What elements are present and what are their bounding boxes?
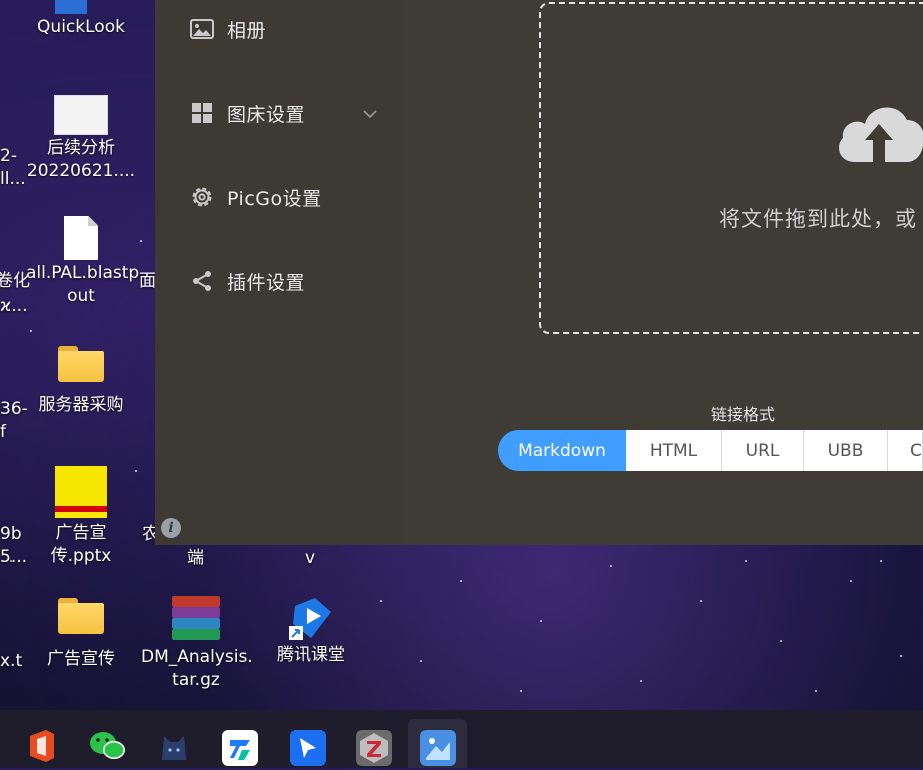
folder-icon — [58, 598, 104, 634]
desktop-icon-label: 服务器采购 — [38, 395, 124, 415]
format-option-url[interactable]: URL — [722, 430, 804, 471]
clipped-label: v — [305, 548, 316, 568]
sidebar-item-label: 插件设置 — [227, 271, 306, 294]
desktop-icon-quicklook[interactable]: QuickLook — [26, 0, 136, 39]
format-option-markdown[interactable]: Markdown — [498, 430, 626, 471]
quicklook-icon — [55, 0, 87, 14]
sidebar-item-gallery[interactable]: 相册 — [189, 14, 266, 44]
desktop-icon-analysis[interactable]: 后续分析 20220621.... — [26, 95, 136, 183]
cloud-upload-icon — [835, 96, 923, 170]
desktop-icon-blastp[interactable]: all.PAL.blastp out — [26, 216, 140, 308]
clipped-label: 2- — [0, 146, 17, 166]
clipped-label: 9b — [0, 524, 22, 544]
grid-icon — [189, 100, 215, 126]
desktop-icon-label: all.PAL.blastp out — [26, 263, 140, 306]
gear-icon — [189, 184, 215, 210]
desktop-icon-label: 广告宣 传.pptx — [50, 523, 112, 566]
desktop-icon-tencent-classroom[interactable]: 腾讯课堂 — [256, 594, 366, 667]
sidebar-item-plugin-settings[interactable]: 插件设置 — [189, 266, 305, 296]
desktop-icon-server-purchase[interactable]: 服务器采购 — [26, 346, 136, 417]
tencent-docs-icon[interactable] — [222, 730, 258, 766]
info-icon[interactable]: i — [161, 518, 181, 538]
folder-icon — [58, 346, 104, 382]
sidebar: 相册 图床设置 PicGo设置 插件设置 i — [155, 0, 405, 545]
chevron-down-icon[interactable] — [363, 104, 377, 119]
zotero-icon[interactable] — [356, 730, 392, 766]
link-format-title: 链接格式 — [711, 405, 776, 424]
clipped-label: 36- — [0, 399, 28, 419]
sidebar-item-label: 图床设置 — [227, 103, 306, 126]
format-option-ubb[interactable]: UBB — [804, 430, 888, 471]
clipped-label: 端 — [187, 548, 204, 568]
sidebar-item-label: 相册 — [227, 19, 267, 42]
format-option-custom[interactable]: C — [888, 430, 923, 471]
clipped-label: 卷化 — [0, 271, 30, 291]
desktop-icon-label: 广告宣传 — [47, 649, 115, 669]
picgo-icon[interactable] — [420, 730, 456, 766]
desktop-icon-ad-folder[interactable]: 广告宣传 — [26, 598, 136, 671]
wechat-icon[interactable] — [88, 728, 125, 764]
share-icon — [189, 268, 215, 294]
sidebar-item-picgo-settings[interactable]: PicGo设置 — [189, 182, 322, 212]
clipped-label: f — [0, 422, 6, 442]
sidebar-item-image-host-settings[interactable]: 图床设置 — [189, 98, 305, 128]
clipped-label: 5... — [0, 547, 28, 567]
cat-icon[interactable] — [158, 730, 194, 766]
desktop-icon-label: 后续分析 20220621.... — [26, 138, 136, 181]
desktop-icon-dm-analysis[interactable]: DM_Analysis. tar.gz — [141, 596, 253, 692]
clipped-label: x.t — [0, 651, 23, 671]
archive-icon — [172, 596, 220, 640]
image-icon — [189, 16, 215, 42]
clipped-label: ϰ... — [0, 296, 28, 316]
format-option-html[interactable]: HTML — [626, 430, 722, 471]
clipped-label: 面 — [139, 271, 156, 291]
sidebar-item-label: PicGo设置 — [227, 187, 322, 210]
desktop-icon-label: 腾讯课堂 — [277, 645, 345, 665]
file-icon — [64, 216, 98, 260]
clipped-label: ll... — [0, 169, 26, 189]
desktop-icon-ad-pptx[interactable]: 广告宣 传.pptx — [26, 466, 136, 568]
office-icon[interactable] — [24, 728, 60, 764]
picgo-window: 相册 图床设置 PicGo设置 插件设置 i 将文件拖到此处，或 链接格式 Ma… — [155, 0, 923, 545]
feishu-icon[interactable] — [290, 730, 326, 766]
pptx-thumbnail-icon — [55, 466, 107, 518]
dropzone-text: 将文件拖到此处，或 — [719, 207, 917, 231]
desktop-icon-label: QuickLook — [37, 17, 125, 37]
desktop-icon-label: DM_Analysis. tar.gz — [141, 647, 253, 690]
document-thumbnail-icon — [54, 95, 108, 135]
link-format-selector: Markdown HTML URL UBB C — [498, 430, 923, 471]
tencent-classroom-icon — [287, 594, 335, 642]
